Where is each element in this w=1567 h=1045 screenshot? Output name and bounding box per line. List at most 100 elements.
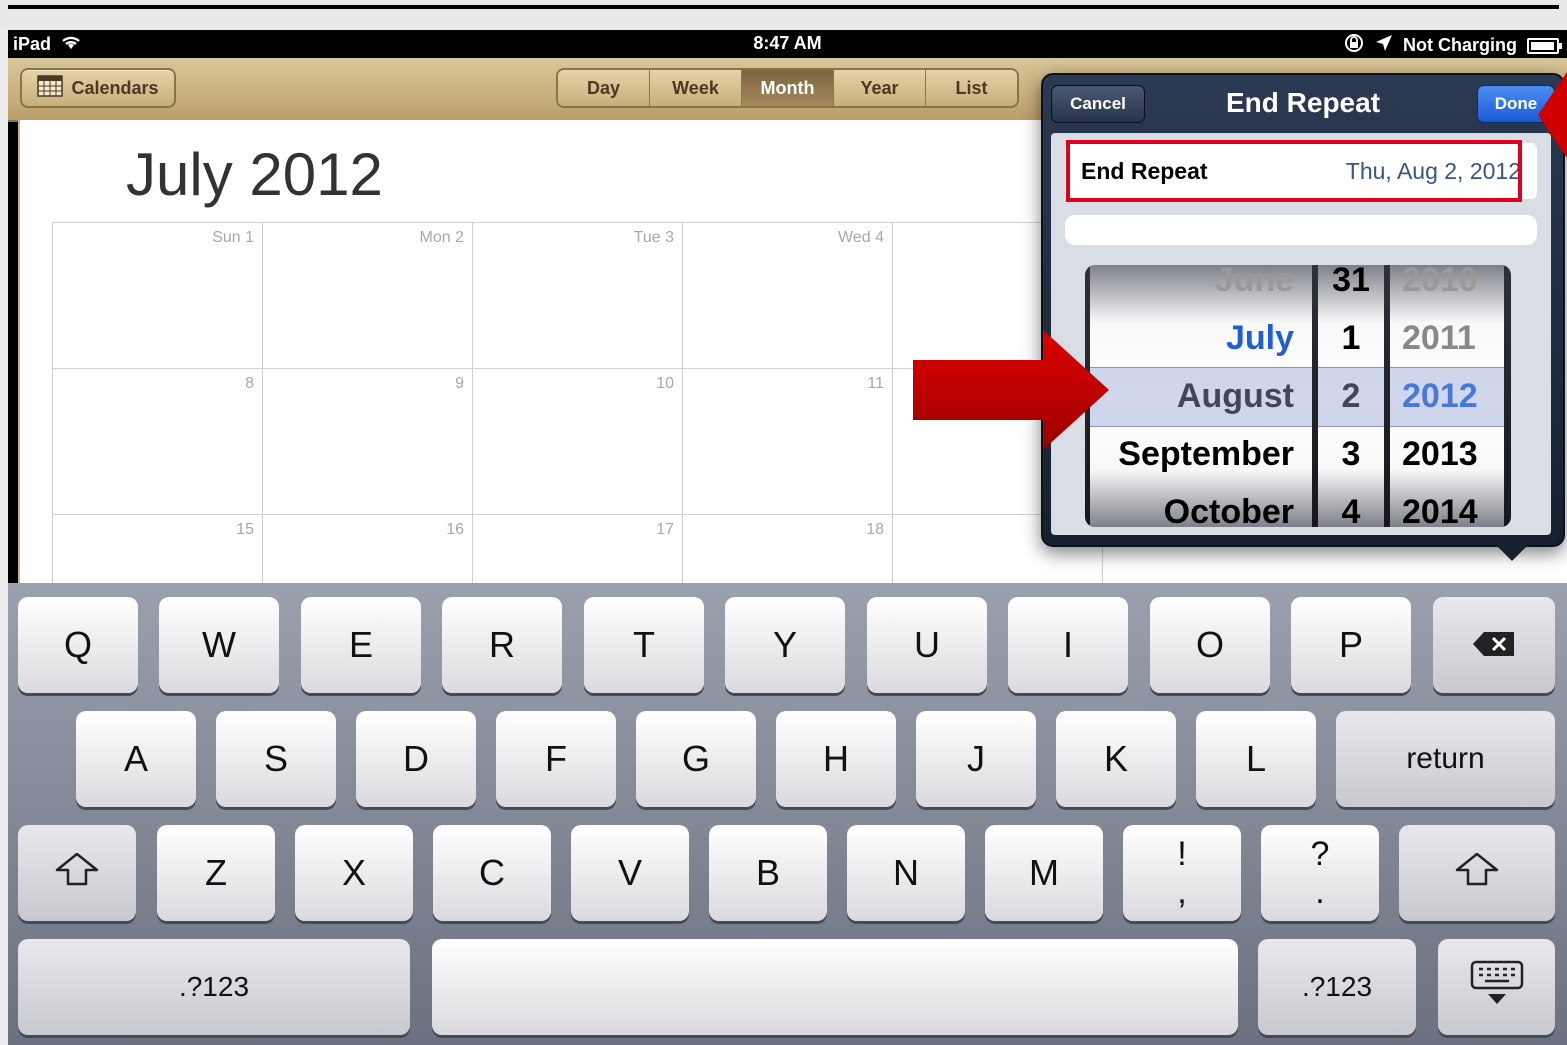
key-j[interactable]: J — [916, 711, 1036, 807]
day-label: 11 — [867, 375, 884, 392]
month-title: July 2012 — [126, 141, 383, 208]
key-t[interactable]: T — [584, 597, 704, 693]
key-l[interactable]: L — [1196, 711, 1316, 807]
day-label: 18 — [866, 521, 884, 538]
day-cell[interactable]: Sun 1 — [53, 223, 263, 369]
tab-list[interactable]: List — [926, 70, 1017, 106]
hide-keyboard-key[interactable] — [1438, 939, 1555, 1035]
key-q[interactable]: Q — [18, 597, 138, 693]
day-label: 9 — [455, 375, 464, 392]
key-bottom-glyph: . — [1315, 873, 1325, 911]
shift-icon — [55, 852, 99, 895]
key-question-period[interactable]: ?. — [1261, 825, 1379, 921]
key-c[interactable]: C — [433, 825, 551, 921]
picker-month-item: July — [1225, 319, 1294, 357]
rotation-lock-icon — [1343, 33, 1365, 58]
day-wheel[interactable]: 31 1 2 3 4 — [1318, 265, 1384, 527]
day-label: Mon 2 — [419, 229, 464, 246]
day-label: 8 — [245, 375, 254, 392]
key-z[interactable]: Z — [157, 825, 275, 921]
key-v[interactable]: V — [571, 825, 689, 921]
battery-icon — [1527, 37, 1562, 54]
key-h[interactable]: H — [776, 711, 896, 807]
status-bar: iPad 8:47 AM Not Charging — [8, 30, 1567, 58]
key-d[interactable]: D — [356, 711, 476, 807]
picker-year-item: 2010 — [1402, 265, 1478, 299]
tab-week[interactable]: Week — [650, 70, 742, 106]
annotation-arrow-icon — [913, 330, 1109, 450]
key-exclaim-comma[interactable]: !, — [1123, 825, 1241, 921]
day-label: 15 — [236, 521, 254, 538]
clock: 8:47 AM — [753, 33, 822, 53]
key-g[interactable]: G — [636, 711, 756, 807]
month-wheel[interactable]: June July August September October — [1090, 265, 1312, 527]
day-cell[interactable]: 8 — [53, 369, 263, 515]
key-e[interactable]: E — [301, 597, 421, 693]
key-a[interactable]: A — [76, 711, 196, 807]
day-cell[interactable]: Mon 2 — [263, 223, 473, 369]
view-segmented-control: Day Week Month Year List — [556, 68, 1019, 108]
shift-key-left[interactable] — [18, 825, 136, 921]
backspace-key[interactable] — [1433, 597, 1555, 693]
popover-arrow — [1486, 535, 1538, 561]
numbers-key-right[interactable]: .?123 — [1258, 939, 1416, 1035]
key-u[interactable]: U — [867, 597, 987, 693]
day-label: Tue 3 — [633, 229, 674, 246]
key-b[interactable]: B — [709, 825, 827, 921]
picker-year-item: 2013 — [1402, 435, 1478, 473]
calendars-label: Calendars — [71, 77, 159, 98]
day-label: Sun 1 — [212, 229, 254, 246]
picker-month-item: October — [1163, 493, 1294, 527]
picker-month-item-selected: August — [1176, 377, 1294, 415]
annotation-highlight-box — [1066, 140, 1522, 202]
tab-month[interactable]: Month — [742, 70, 834, 106]
secondary-option-row[interactable] — [1065, 215, 1537, 245]
key-top-glyph: ! — [1177, 835, 1187, 873]
picker-month-item: June — [1214, 265, 1294, 299]
return-key[interactable]: return — [1336, 711, 1555, 807]
day-label: 16 — [446, 521, 464, 538]
tab-day[interactable]: Day — [558, 70, 650, 106]
ipad-screen: iPad 8:47 AM Not Charging Calendars Day — [8, 30, 1567, 1045]
picker-year-item: 2014 — [1402, 493, 1478, 527]
day-cell[interactable]: 10 — [473, 369, 683, 515]
space-key[interactable] — [432, 939, 1238, 1035]
backspace-icon — [1472, 624, 1516, 666]
calendars-button[interactable]: Calendars — [20, 68, 176, 108]
day-label: 17 — [656, 521, 674, 538]
key-n[interactable]: N — [847, 825, 965, 921]
key-w[interactable]: W — [159, 597, 279, 693]
key-s[interactable]: S — [216, 711, 336, 807]
key-x[interactable]: X — [295, 825, 413, 921]
key-bottom-glyph: , — [1177, 873, 1187, 911]
picker-day-item: 3 — [1341, 435, 1361, 473]
tab-year[interactable]: Year — [834, 70, 926, 106]
key-r[interactable]: R — [442, 597, 562, 693]
charging-status: Not Charging — [1403, 35, 1517, 55]
location-icon — [1375, 34, 1393, 57]
key-o[interactable]: O — [1150, 597, 1270, 693]
shift-key-right[interactable] — [1399, 825, 1555, 921]
picker-day-item-selected: 2 — [1341, 377, 1361, 415]
day-cell[interactable]: 9 — [263, 369, 473, 515]
screenshot-border — [0, 0, 1567, 30]
onscreen-keyboard: Q W E R T Y U I O P A S D F G H J K L re… — [8, 583, 1567, 1045]
year-wheel[interactable]: 2010 2011 2012 2013 2014 — [1390, 265, 1504, 527]
key-f[interactable]: F — [496, 711, 616, 807]
key-i[interactable]: I — [1008, 597, 1128, 693]
key-k[interactable]: K — [1056, 711, 1176, 807]
key-top-glyph: ? — [1310, 835, 1330, 873]
key-m[interactable]: M — [985, 825, 1103, 921]
numbers-key-left[interactable]: .?123 — [18, 939, 410, 1035]
key-p[interactable]: P — [1291, 597, 1411, 693]
day-cell[interactable]: Tue 3 — [473, 223, 683, 369]
day-cell[interactable]: Wed 4 — [683, 223, 893, 369]
keyboard-hide-icon — [1470, 960, 1524, 1015]
picker-year-item-selected: 2012 — [1402, 377, 1478, 415]
day-label: 10 — [656, 375, 674, 392]
date-picker: June July August September October 31 1 … — [1085, 265, 1511, 527]
day-cell[interactable]: 11 — [683, 369, 893, 515]
picker-year-item: 2011 — [1402, 319, 1476, 357]
calendar-grid-icon — [37, 74, 64, 102]
key-y[interactable]: Y — [725, 597, 845, 693]
